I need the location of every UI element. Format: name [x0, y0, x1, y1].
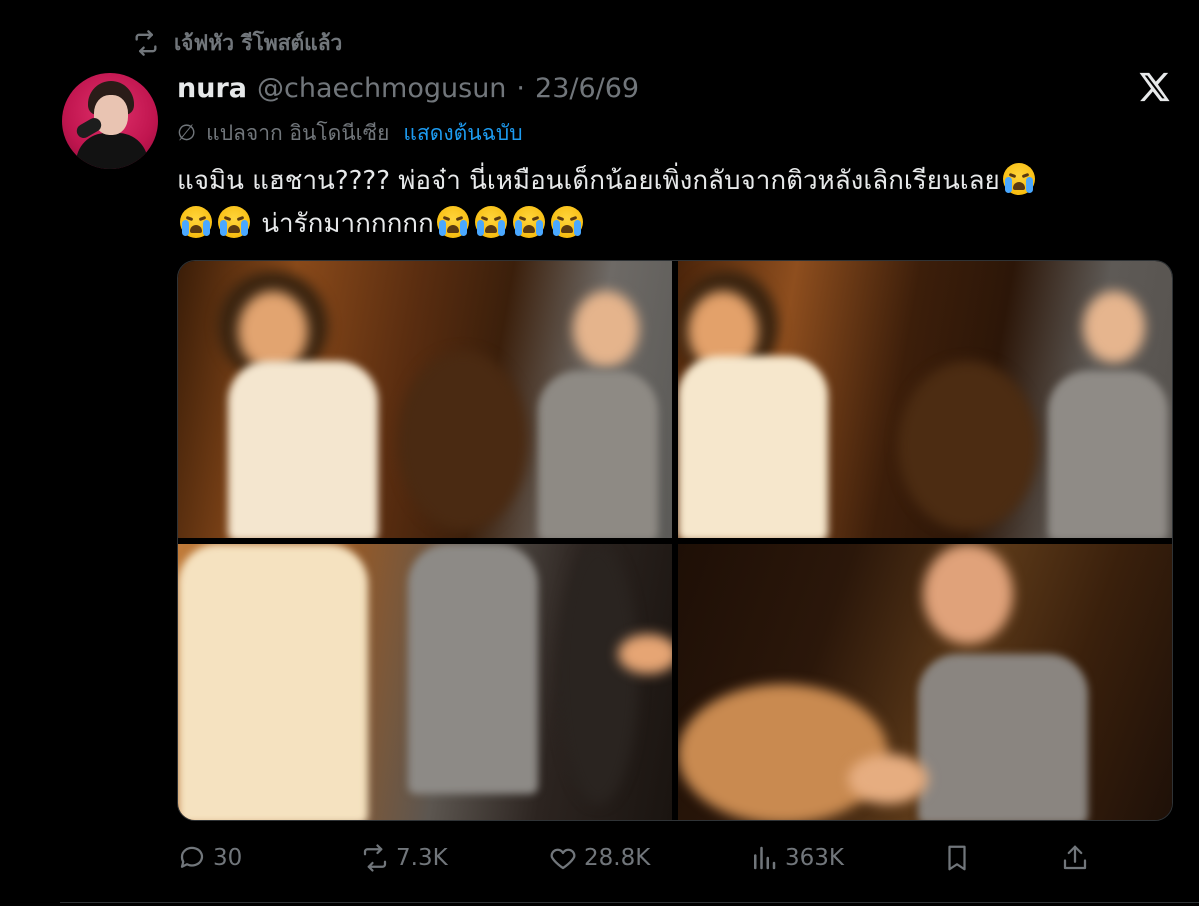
x-logo-icon[interactable]	[1137, 70, 1171, 104]
tweet-text: แจมิน แฮชาน???? พ่อจ๋า นี่เหมือนเด็กน้อย…	[177, 160, 1167, 246]
translated-from-label: แปลจาก อินโดนีเซีย	[206, 120, 390, 145]
translate-icon: ∅	[177, 120, 197, 146]
repost-icon	[135, 30, 157, 56]
avatar[interactable]	[62, 73, 158, 169]
share-icon	[1063, 845, 1087, 870]
crying-emoji-icon	[512, 206, 545, 238]
author-handle[interactable]: @chaechmogusun	[257, 73, 506, 104]
views-button[interactable]: 363K	[749, 838, 844, 878]
repost-indicator[interactable]: เจ้ฟหัว รีโพสต์แล้ว	[132, 28, 342, 58]
tweet-text-line2: น่ารักมากกกกก	[261, 209, 434, 239]
like-count: 28.8K	[584, 845, 651, 871]
reply-icon	[180, 846, 204, 868]
like-button[interactable]: 28.8K	[548, 838, 650, 878]
heart-icon	[550, 848, 576, 870]
view-count: 363K	[785, 845, 844, 871]
share-button[interactable]	[1060, 838, 1090, 878]
crying-emoji-icon	[436, 206, 469, 238]
repost-text: เจ้ฟหัว รีโพสต์แล้ว	[174, 30, 343, 55]
repost-icon	[363, 844, 387, 872]
media-grid	[177, 260, 1173, 821]
crying-emoji-icon	[180, 206, 212, 238]
crying-emoji-icon	[474, 206, 507, 238]
repost-button[interactable]: 7.3K	[360, 838, 448, 878]
meta-separator: ·	[516, 72, 526, 104]
repost-count: 7.3K	[396, 845, 448, 871]
tweet-divider	[60, 902, 1199, 903]
show-original-link[interactable]: แสดงต้นฉบับ	[403, 117, 522, 150]
crying-emoji-icon	[1002, 163, 1035, 195]
tweet-header: nura @chaechmogusun · 23/6/69	[177, 68, 639, 108]
media-photo-2[interactable]	[678, 261, 1172, 538]
tweet[interactable]: เจ้ฟหัว รีโพสต์แล้ว nura @chaechmogusun …	[0, 0, 1199, 906]
crying-emoji-icon	[550, 206, 583, 238]
author-name[interactable]: nura	[177, 73, 247, 104]
views-chart-icon	[754, 846, 776, 870]
bookmark-button[interactable]	[942, 838, 972, 878]
tweet-date[interactable]: 23/6/69	[535, 73, 639, 104]
reply-button[interactable]: 30	[177, 838, 242, 878]
media-photo-3[interactable]	[178, 544, 672, 820]
action-bar: 30 7.3K 28.8K 363K	[177, 838, 1093, 878]
translation-bar: ∅ แปลจาก อินโดนีเซีย แสดงต้นฉบับ	[177, 117, 523, 149]
media-photo-1[interactable]	[178, 261, 672, 538]
media-photo-4[interactable]	[678, 544, 1172, 820]
bookmark-icon	[948, 845, 966, 871]
crying-emoji-icon	[218, 206, 250, 238]
reply-count: 30	[213, 845, 243, 871]
tweet-text-line1: แจมิน แฮชาน???? พ่อจ๋า นี่เหมือนเด็กน้อย…	[177, 166, 1000, 196]
